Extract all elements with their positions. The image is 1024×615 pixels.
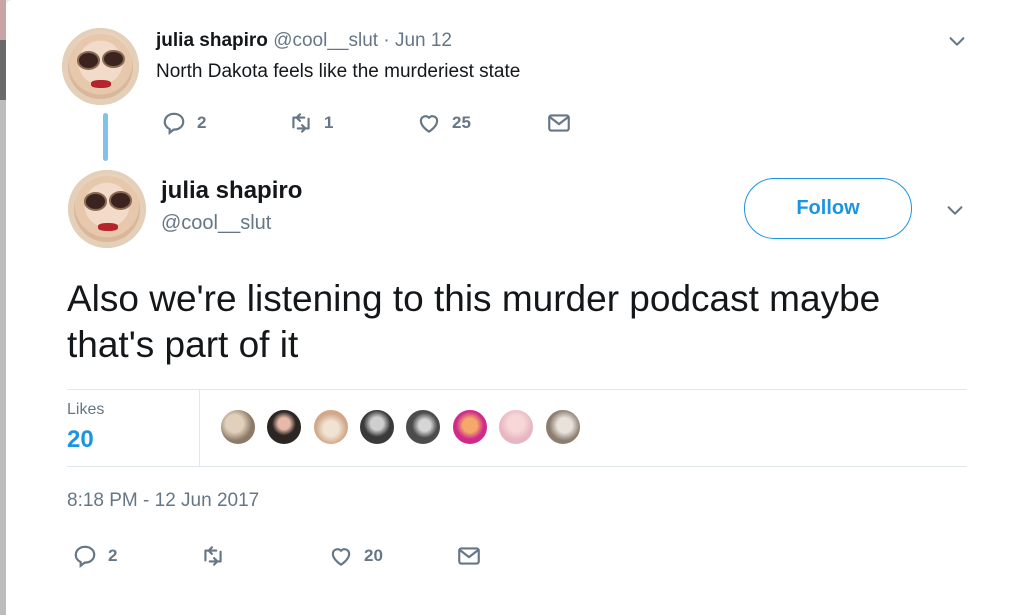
tweet-text: Also we're listening to this murder podc… bbox=[67, 278, 881, 365]
avatar[interactable] bbox=[62, 28, 139, 105]
heart-icon bbox=[419, 115, 439, 133]
liker-avatar[interactable] bbox=[497, 408, 535, 446]
direct-message-button[interactable] bbox=[546, 110, 572, 136]
like-button[interactable]: 20 bbox=[328, 543, 383, 569]
tweet-timestamp[interactable]: 8:18 PM - 12 Jun 2017 bbox=[67, 490, 259, 512]
display-name[interactable]: julia shapiro bbox=[156, 30, 268, 51]
like-button[interactable]: 25 bbox=[416, 110, 471, 136]
retweet-count: 1 bbox=[324, 113, 334, 132]
retweet-icon bbox=[292, 113, 310, 133]
handle[interactable]: @cool__slut bbox=[161, 212, 271, 235]
liker-avatar[interactable] bbox=[265, 408, 303, 446]
separator: · bbox=[383, 30, 390, 51]
follow-button[interactable]: Follow bbox=[744, 178, 912, 239]
message-icon bbox=[548, 114, 570, 132]
liker-avatar[interactable] bbox=[544, 408, 582, 446]
divider bbox=[67, 466, 967, 467]
liker-avatar[interactable] bbox=[404, 408, 442, 446]
handle[interactable]: @cool__slut bbox=[273, 30, 378, 51]
liker-avatar[interactable] bbox=[219, 408, 257, 446]
thread-connector bbox=[103, 113, 108, 161]
display-name[interactable]: julia shapiro bbox=[161, 177, 302, 205]
likes-count[interactable]: 20 bbox=[67, 426, 94, 454]
reply-icon bbox=[163, 112, 185, 136]
direct-message-button[interactable] bbox=[456, 543, 482, 569]
like-count: 20 bbox=[364, 546, 383, 565]
reply-count: 2 bbox=[197, 113, 207, 132]
reply-count: 2 bbox=[108, 546, 118, 565]
divider bbox=[67, 389, 967, 390]
reply-button[interactable]: 2 bbox=[72, 543, 117, 569]
tweet-card: julia shapiro @cool__slut · Jun 12 North… bbox=[6, 0, 1024, 615]
reply-button[interactable]: 2 bbox=[161, 110, 206, 136]
message-icon bbox=[458, 547, 480, 565]
parent-tweet-text: North Dakota feels like the murderiest s… bbox=[156, 61, 521, 82]
tweet-date[interactable]: Jun 12 bbox=[395, 30, 452, 51]
heart-icon bbox=[331, 548, 351, 566]
retweet-button[interactable]: 1 bbox=[288, 110, 333, 136]
chevron-down-icon[interactable] bbox=[946, 30, 968, 52]
liker-avatar[interactable] bbox=[358, 408, 396, 446]
parent-tweet-header: julia shapiro @cool__slut · Jun 12 bbox=[156, 30, 452, 52]
retweet-icon bbox=[204, 546, 222, 566]
divider bbox=[199, 389, 200, 466]
likes-label: Likes bbox=[67, 401, 105, 418]
chevron-down-icon[interactable] bbox=[944, 199, 966, 221]
liker-avatar[interactable] bbox=[451, 408, 489, 446]
like-count: 25 bbox=[452, 113, 471, 132]
avatar[interactable] bbox=[68, 170, 146, 248]
reply-icon bbox=[74, 545, 96, 569]
liker-avatar[interactable] bbox=[312, 408, 350, 446]
retweet-button[interactable] bbox=[200, 543, 226, 569]
